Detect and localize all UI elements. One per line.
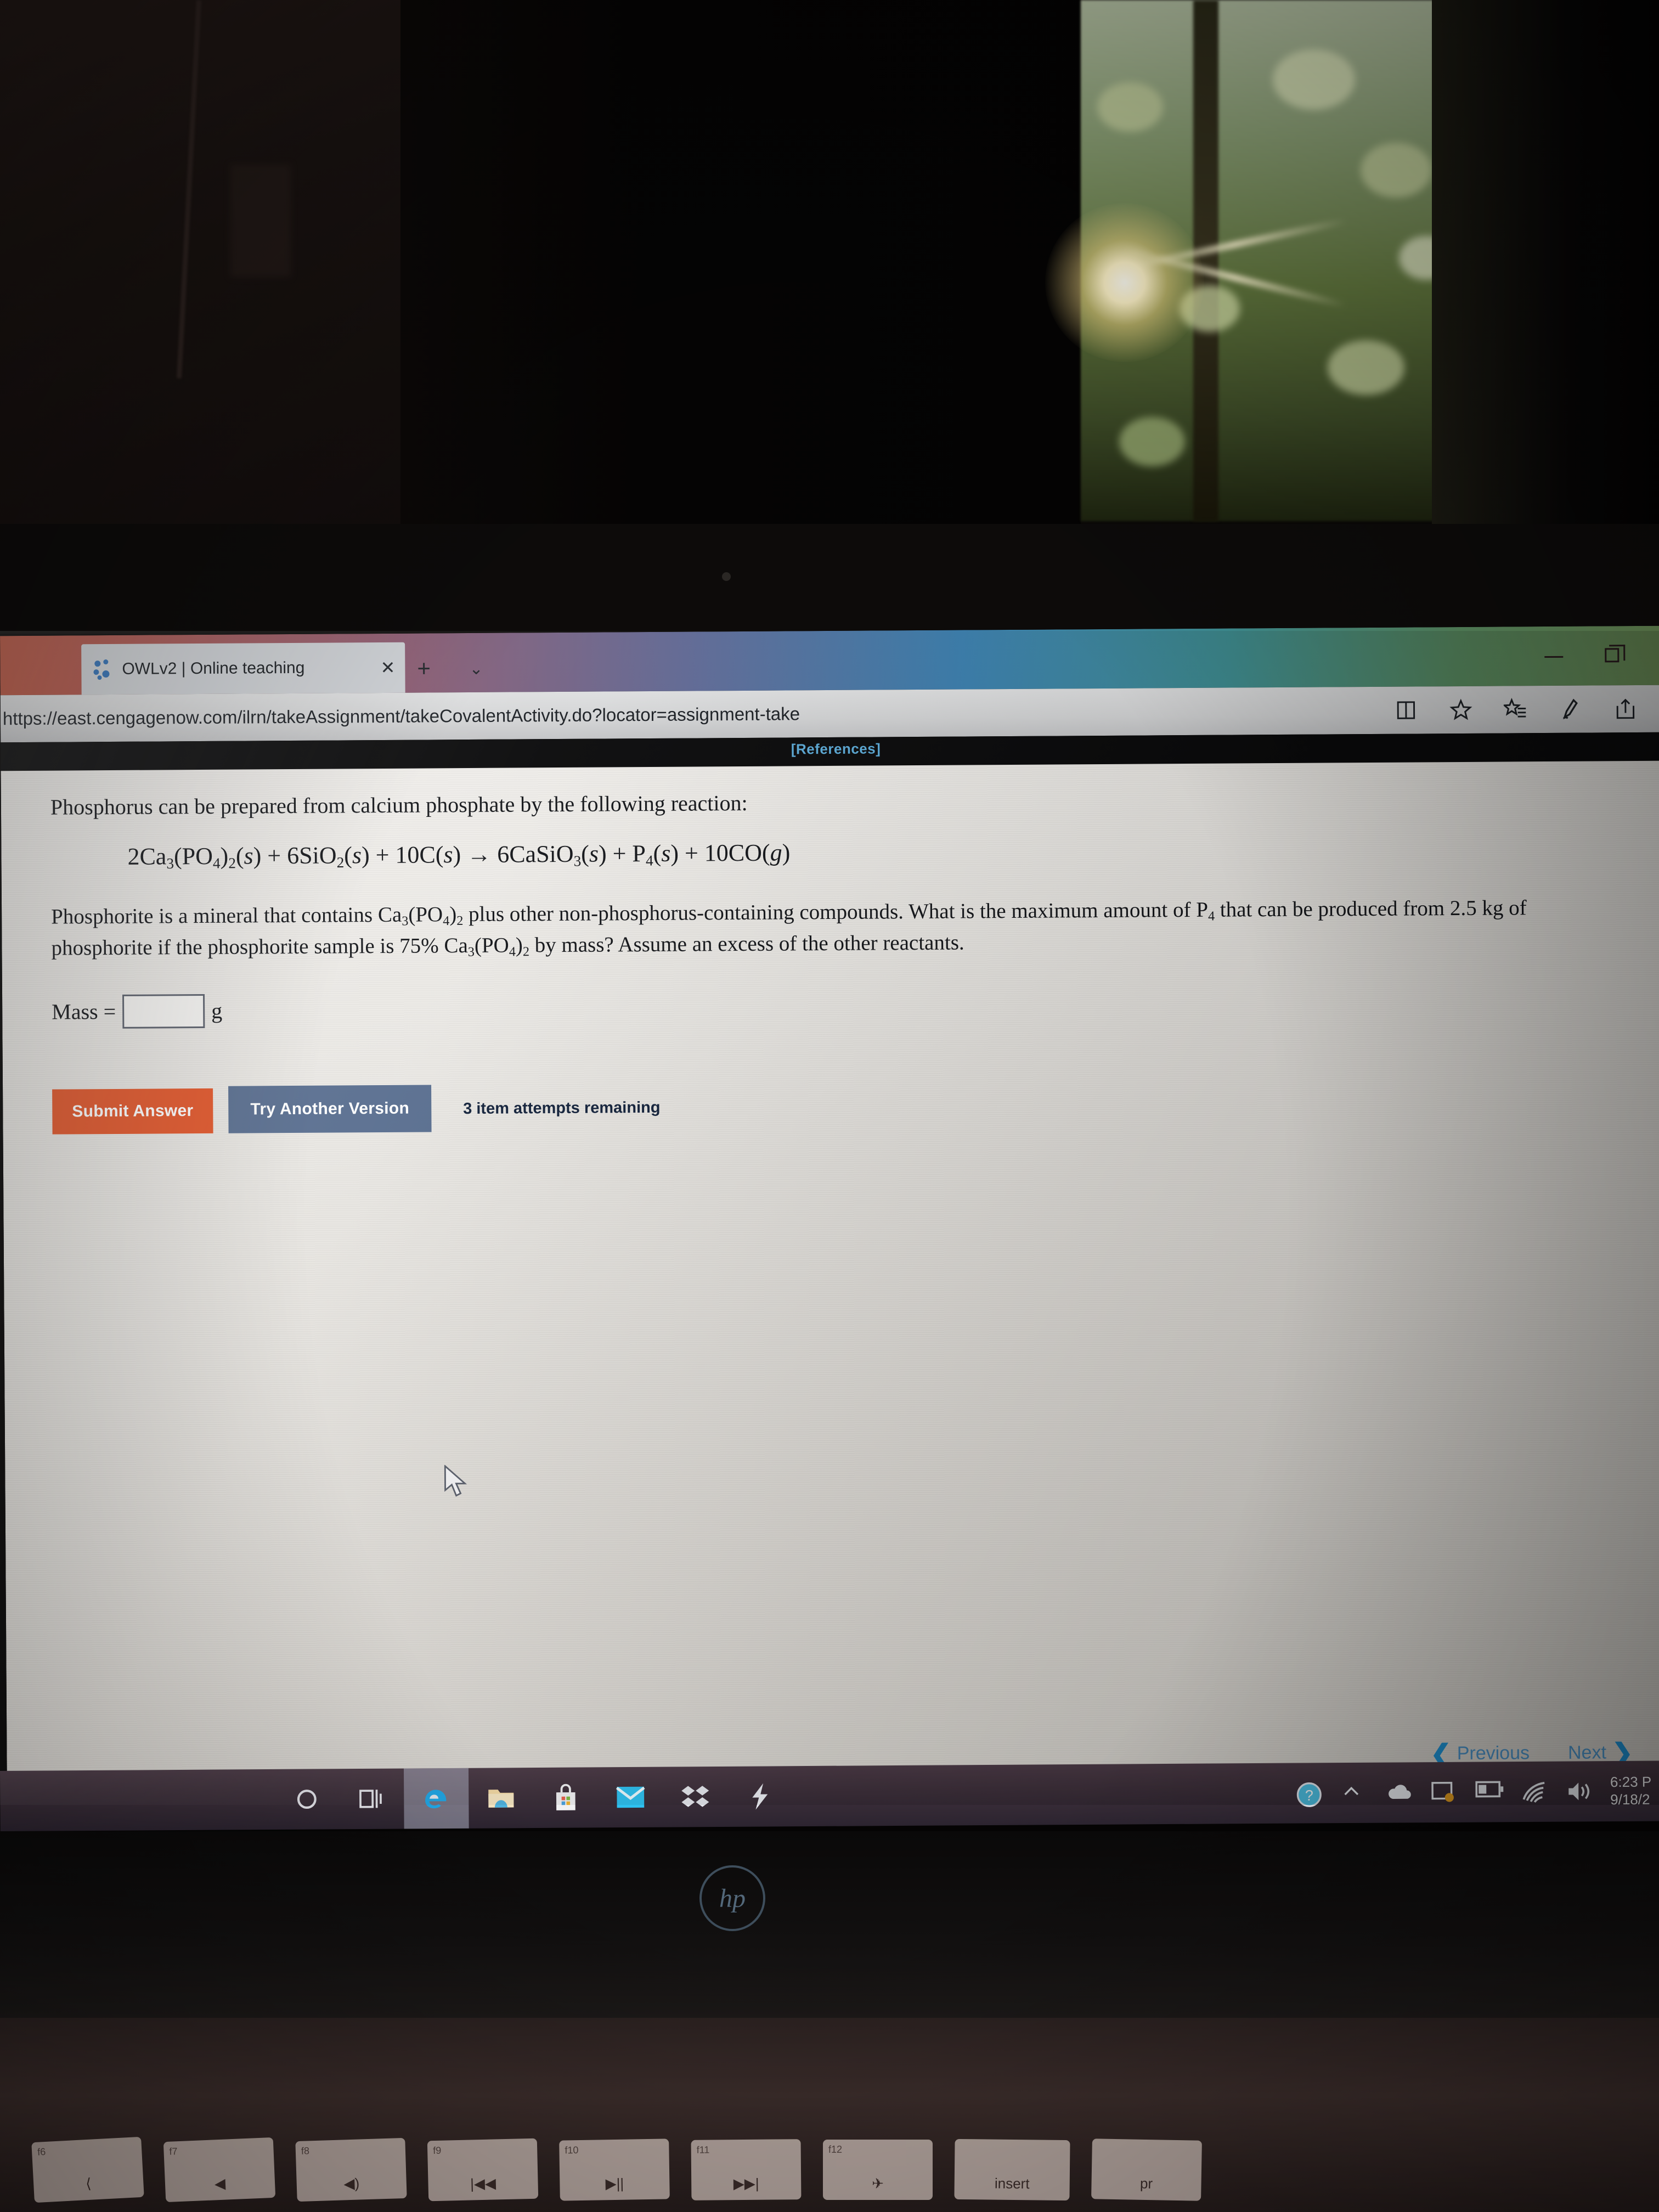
question-segment-2: plus other non-phosphorus-containing com…: [463, 898, 1197, 926]
answer-row: Mass = g: [52, 985, 1582, 1029]
webcam: [722, 572, 731, 581]
key-f7[interactable]: f7 ◀: [163, 2137, 276, 2203]
lightning-app-icon[interactable]: [727, 1766, 793, 1827]
formula-p4: P4: [1196, 898, 1215, 924]
wall-light-patch: [230, 165, 291, 277]
question-text: Phosphorite is a mineral that contains C…: [51, 892, 1566, 964]
attempts-remaining-text: 3 item attempts remaining: [463, 1099, 661, 1118]
wifi-icon[interactable]: [1520, 1780, 1545, 1804]
favorite-star-icon[interactable]: [1449, 698, 1473, 722]
dark-wall: [0, 0, 400, 524]
chemical-equation: 2Ca3(PO4)2(s) + 6SiO2(s) + 10C(s) → 6CaS…: [127, 834, 1581, 873]
restore-button[interactable]: [1605, 648, 1620, 663]
favorites-hub-icon[interactable]: [1502, 697, 1528, 721]
key-insert[interactable]: insert: [954, 2138, 1070, 2201]
key-f11-next-track[interactable]: f11 ▶▶|: [691, 2139, 802, 2200]
onedrive-update-icon[interactable]: [1430, 1780, 1454, 1804]
key-f6[interactable]: f6 ⟨: [31, 2136, 144, 2203]
microsoft-store-icon[interactable]: [533, 1767, 599, 1828]
tab-title: OWLv2 | Online teaching: [122, 658, 305, 678]
mass-input[interactable]: [122, 994, 205, 1029]
sun-flare: [1045, 203, 1204, 362]
system-tray: ? 6:23 P 9/18/2: [1295, 1761, 1659, 1824]
help-globe-icon[interactable]: ?: [1295, 1781, 1322, 1807]
key-f12-airplane-mode[interactable]: f12 ✈: [823, 2140, 933, 2200]
references-link[interactable]: [References]: [791, 740, 881, 758]
svg-text:?: ?: [1305, 1787, 1313, 1804]
edge-browser-icon[interactable]: [403, 1768, 469, 1829]
laptop-bezel-bottom: [0, 1831, 1659, 2018]
intro-text: Phosphorus can be prepared from calcium …: [50, 790, 748, 820]
formula-ca3po42-a: Ca3(PO4)2: [377, 902, 464, 929]
hp-logo: hp: [699, 1865, 765, 1931]
key-printscreen[interactable]: pr: [1091, 2138, 1202, 2201]
question-segment-4: by mass? Assume an excess of the other r…: [529, 930, 964, 957]
chevron-down-icon[interactable]: ⌄: [469, 659, 483, 679]
next-label: Next: [1567, 1741, 1607, 1763]
minimize-button[interactable]: [1544, 656, 1564, 658]
show-hidden-icons-chevron[interactable]: [1340, 1781, 1364, 1805]
key-f9-previous-track[interactable]: f9 |◀◀: [427, 2138, 539, 2202]
mail-icon[interactable]: [598, 1767, 663, 1828]
window-edge-shadow: [1432, 0, 1659, 524]
previous-label: Previous: [1457, 1742, 1530, 1764]
web-note-icon[interactable]: [1559, 697, 1583, 721]
dark-curtain: [400, 0, 1081, 524]
taskbar-apps: [274, 1766, 793, 1830]
close-icon[interactable]: ✕: [380, 658, 395, 678]
windows-taskbar: ? 6:23 P 9/18/2: [0, 1760, 1659, 1831]
laptop-screen: OWLv2 | Online teaching ✕ + ⌄ https://ea…: [0, 625, 1659, 1810]
task-view-icon[interactable]: [339, 1769, 404, 1830]
file-explorer-icon[interactable]: [469, 1768, 534, 1829]
photo-of-laptop-screen: OWLv2 | Online teaching ✕ + ⌄ https://ea…: [0, 0, 1659, 2212]
key-f10-play-pause[interactable]: f10 ▶||: [559, 2138, 670, 2201]
action-buttons: Submit Answer Try Another Version 3 item…: [52, 1080, 1583, 1135]
clock-date: 9/18/2: [1610, 1791, 1650, 1808]
battery-icon[interactable]: [1475, 1780, 1504, 1804]
browser-tabstrip: OWLv2 | Online teaching ✕ + ⌄: [0, 625, 1659, 696]
share-icon[interactable]: [1613, 697, 1638, 721]
mass-unit-label: g: [211, 998, 223, 1024]
clock-time: 6:23 P: [1610, 1773, 1652, 1791]
browser-tab-owlv2[interactable]: OWLv2 | Online teaching ✕: [81, 642, 405, 695]
formula-ca3po42-b: Ca3(PO4)2: [444, 933, 530, 960]
try-another-version-button[interactable]: Try Another Version: [228, 1085, 432, 1133]
cortana-icon[interactable]: [274, 1769, 340, 1830]
volume-icon[interactable]: [1565, 1779, 1589, 1803]
dropbox-icon[interactable]: [663, 1767, 728, 1827]
question-segment-1: Phosphorite is a mineral that contains: [51, 902, 379, 929]
room-background: [0, 0, 1659, 524]
assignment-page: Phosphorus can be prepared from calcium …: [1, 760, 1659, 1810]
keyboard-function-row: f6 ⟨ f7 ◀ f8 ◀) f9 |◀◀ f10 ▶|| f11 ▶▶| f12 ✈ in…: [0, 2136, 1659, 2212]
mass-label: Mass =: [52, 999, 116, 1025]
taskbar-clock[interactable]: 6:23 P 9/18/2: [1610, 1774, 1652, 1809]
url-input[interactable]: https://east.cengagenow.com/ilrn/takeAss…: [1, 703, 800, 729]
laptop-bezel-top: [0, 524, 1659, 634]
key-f8-volume-down[interactable]: f8 ◀): [295, 2137, 407, 2202]
owl-favicon: [91, 658, 113, 680]
submit-answer-button[interactable]: Submit Answer: [52, 1088, 213, 1135]
new-tab-button[interactable]: +: [417, 655, 431, 681]
browser-toolbar-icons: [1394, 685, 1655, 734]
reading-view-icon[interactable]: [1394, 698, 1418, 722]
equation-text: 2Ca3(PO4)2(s) + 6SiO2(s) + 10C(s) → 6CaS…: [127, 839, 791, 872]
onedrive-cloud-icon[interactable]: [1385, 1780, 1411, 1804]
